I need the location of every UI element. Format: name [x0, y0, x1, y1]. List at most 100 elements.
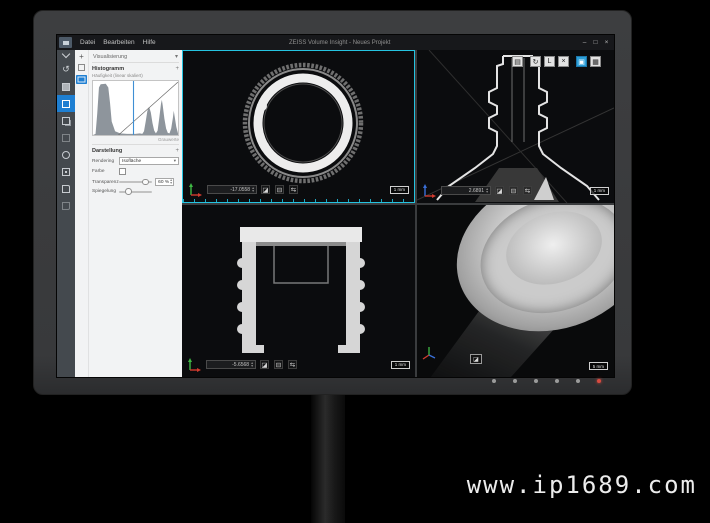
transparency-label: Transparenz: [92, 180, 119, 185]
delete-button[interactable]: ×: [558, 56, 569, 67]
title-bar: Datei Bearbeiten Hilfe ZEISS Volume Insi…: [57, 35, 614, 50]
power-led: [597, 379, 601, 383]
compare-button[interactable]: ⇆: [288, 360, 297, 369]
view-3d-button[interactable]: ▣: [576, 56, 587, 67]
tool-strip: ↺: [57, 50, 75, 377]
menu-bearbeiten[interactable]: Bearbeiten: [99, 39, 138, 46]
slice-position-input[interactable]: -5.6568 ▴▾: [206, 360, 256, 369]
axis-gizmo-icon: [187, 357, 202, 372]
slice-stack-button[interactable]: ⊟: [275, 185, 284, 194]
cube-icon: [62, 100, 70, 108]
snapshot-button[interactable]: ◪: [470, 354, 482, 364]
viewport-top-slice[interactable]: -17.0558 ▴▾ ◪ ⊟ ⇆ 1 mm: [182, 50, 415, 203]
export-icon: ◪: [262, 186, 268, 194]
monitor-bezel: Datei Bearbeiten Hilfe ZEISS Volume Insi…: [33, 10, 632, 395]
clipboard-icon[interactable]: [78, 64, 85, 71]
snapshot-button[interactable]: ▤: [512, 56, 523, 67]
menu-datei[interactable]: Datei: [76, 39, 99, 46]
monitor-button: [492, 379, 496, 383]
viewport-front-slice[interactable]: ▤ ↻ L × ▣ ▦: [417, 50, 614, 203]
menu-hilfe[interactable]: Hilfe: [139, 39, 160, 46]
slices-icon: ⊟: [276, 361, 281, 369]
toolstrip-item-sphere[interactable]: [57, 146, 75, 163]
cap-section-xray: [182, 205, 415, 377]
layers-icon: [62, 117, 70, 125]
close-button[interactable]: ×: [602, 38, 611, 47]
chevron-down-icon: ▾: [174, 158, 176, 164]
compare-icon: ⇆: [291, 186, 296, 194]
color-label: Farbe: [92, 169, 119, 174]
compare-button[interactable]: ⇆: [289, 185, 298, 194]
toolstrip-item-report[interactable]: [57, 180, 75, 197]
toolstrip-item-export[interactable]: [57, 197, 75, 214]
side-panel: + Visualisierung ▾ Histogramm +: [75, 50, 182, 377]
slices-icon: ⊟: [511, 187, 516, 195]
scale-indicator: 1 mm: [590, 187, 609, 195]
slice-stack-button[interactable]: ⊟: [274, 360, 283, 369]
app-logo-icon: [59, 37, 72, 48]
rendering-dropdown[interactable]: Isofläche ▾: [119, 157, 179, 165]
display-expand-icon[interactable]: +: [175, 148, 179, 154]
histogram-expand-icon[interactable]: +: [175, 66, 179, 72]
viewport-grid: -17.0558 ▴▾ ◪ ⊟ ⇆ 1 mm: [182, 50, 614, 377]
export-slice-button[interactable]: ◪: [260, 360, 269, 369]
export-slice-button[interactable]: ◪: [261, 185, 270, 194]
collapse-chevron-icon[interactable]: [63, 50, 69, 61]
monitor-button: [555, 379, 559, 383]
snapshot-icon: ◪: [473, 356, 479, 363]
viewport-3d[interactable]: ◪ 5 mm: [417, 205, 614, 377]
display-icon[interactable]: [76, 75, 87, 84]
ruler-button[interactable]: L: [544, 56, 555, 67]
slice-position-input[interactable]: -17.0558 ▴▾: [207, 185, 257, 194]
add-icon[interactable]: +: [79, 53, 84, 60]
compare-button[interactable]: ⇆: [523, 186, 532, 195]
toolstrip-item-clip[interactable]: [57, 129, 75, 146]
toolstrip-item-stack[interactable]: [57, 78, 75, 95]
monitor-button: [513, 379, 517, 383]
histogram-shape: [93, 84, 178, 135]
rendering-label: Rendering: [92, 159, 119, 164]
rotate-button[interactable]: ↻: [530, 56, 541, 67]
viewport-side-slice[interactable]: -5.6568 ▴▾ ◪ ⊟ ⇆ 1 mm: [182, 205, 415, 377]
view-grid-button[interactable]: ▦: [590, 56, 601, 67]
mirroring-slider[interactable]: [119, 191, 152, 193]
bottle-neck-xray: [417, 50, 614, 203]
toolstrip-item-cube[interactable]: [57, 95, 75, 112]
panel-title: Visualisierung: [93, 54, 127, 60]
histogram-xlabel: Grauwerte: [92, 137, 179, 142]
transparency-value[interactable]: 60 % ▴▾: [155, 178, 174, 186]
scale-indicator: 5 mm: [589, 362, 608, 370]
toolstrip-item-history[interactable]: ↺: [57, 61, 75, 78]
transparency-slider[interactable]: [119, 181, 152, 183]
color-checkbox[interactable]: [119, 168, 126, 175]
monitor-button: [576, 379, 580, 383]
monitor-stand: [311, 393, 345, 523]
export-icon: ◪: [496, 187, 502, 195]
histogram-title: Histogramm: [92, 66, 124, 72]
axis-gizmo-icon: [422, 183, 437, 198]
display-section-title: Darstellung: [92, 148, 122, 154]
scene: Datei Bearbeiten Hilfe ZEISS Volume Insi…: [0, 0, 710, 523]
slices-icon: ⊟: [277, 186, 282, 194]
export-icon: [62, 202, 70, 210]
export-icon: ◪: [261, 361, 267, 369]
histogram-chart[interactable]: [92, 80, 179, 136]
maximize-button[interactable]: □: [591, 38, 600, 47]
screen: Datei Bearbeiten Hilfe ZEISS Volume Insi…: [56, 34, 615, 378]
region-icon: [62, 168, 70, 176]
slice-stack-button[interactable]: ⊟: [509, 186, 518, 195]
panel-content: Visualisierung ▾ Histogramm + Häufigkeit…: [89, 50, 182, 377]
panel-rail: +: [75, 50, 89, 377]
toolstrip-item-region[interactable]: [57, 163, 75, 180]
panel-chevron-icon[interactable]: ▾: [175, 53, 178, 60]
axis-gizmo-3d-icon: [421, 345, 437, 361]
compare-icon: ⇆: [525, 187, 530, 195]
histogram-subtitle: Häufigkeit (linear skaliert): [92, 73, 179, 78]
export-slice-button[interactable]: ◪: [495, 186, 504, 195]
slice-position-input[interactable]: 2.6891 ▴▾: [441, 186, 491, 195]
history-icon: ↺: [62, 65, 70, 74]
minimize-button[interactable]: –: [580, 38, 589, 47]
watermark: www.ip1689.com: [467, 471, 697, 499]
monitor-button: [534, 379, 538, 383]
toolstrip-item-layers[interactable]: [57, 112, 75, 129]
